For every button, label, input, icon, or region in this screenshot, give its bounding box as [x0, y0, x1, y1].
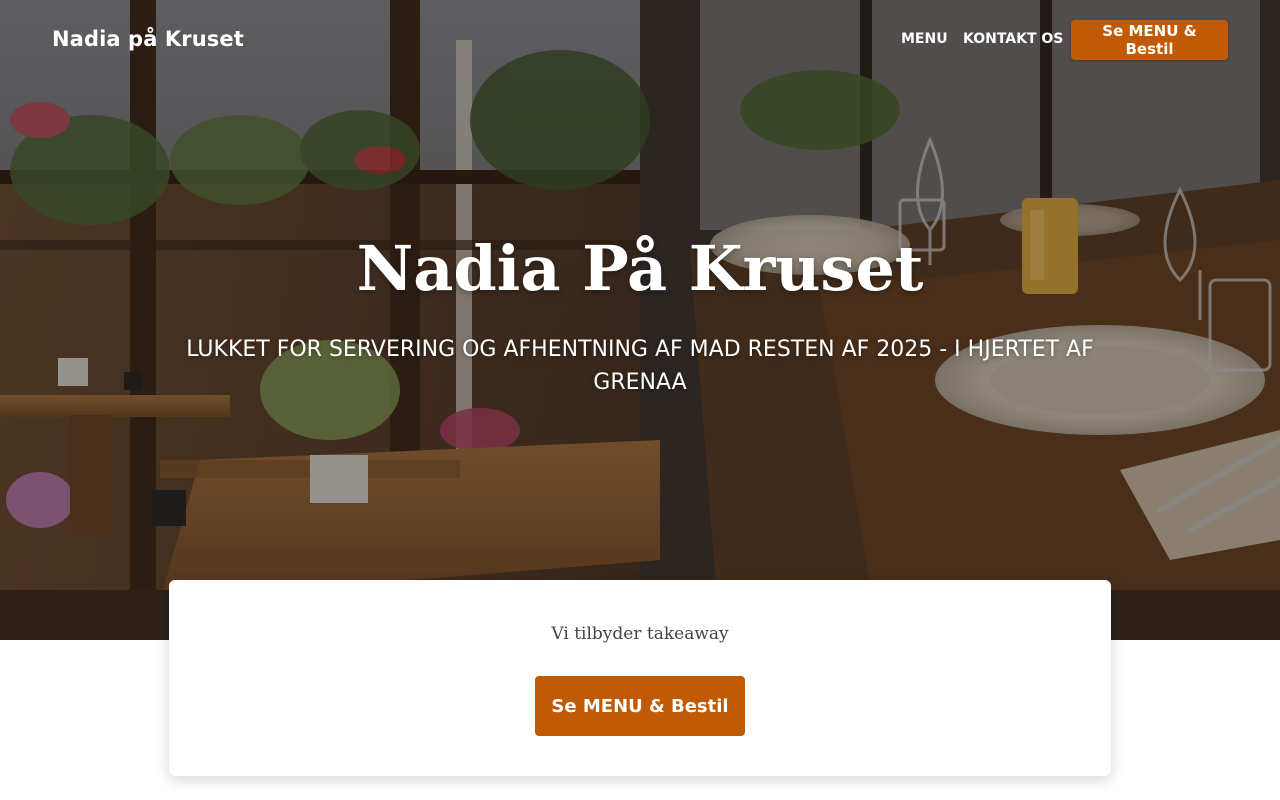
card-order-button[interactable]: Se MENU & Bestil [535, 676, 745, 736]
nav-link-menu[interactable]: MENU [901, 31, 948, 47]
hero-dark-overlay [0, 0, 1280, 640]
top-navbar: Nadia på Kruset MENU KONTAKT OS Se MENU … [0, 0, 1280, 80]
hero-subtitle: LUKKET FOR SERVERING OG AFHENTNING AF MA… [186, 337, 1094, 395]
brand-logo-link[interactable]: Nadia på Kruset [52, 27, 244, 51]
hero-section: Nadia på Kruset MENU KONTAKT OS Se MENU … [0, 0, 1280, 640]
hero-title: Nadia På Kruset [356, 232, 924, 305]
takeaway-card: Vi tilbyder takeaway Se MENU & Bestil [169, 580, 1111, 776]
nav-order-button[interactable]: Se MENU & Bestil [1071, 20, 1228, 60]
nav-link-contact[interactable]: KONTAKT OS [963, 31, 1063, 47]
takeaway-text: Vi tilbyder takeaway [551, 624, 729, 644]
